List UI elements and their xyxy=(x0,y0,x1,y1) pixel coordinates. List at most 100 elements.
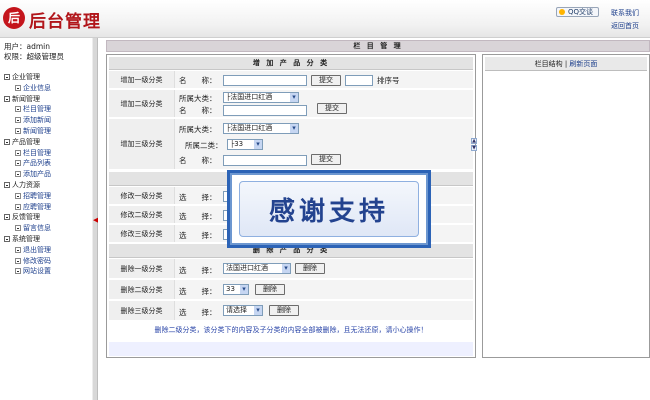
add-level3-row: 增加三级分类 所属大类： ├法国进口红酒 所属二类： ├33 名 称： 提交 xyxy=(109,119,473,170)
nav-item-site-settings[interactable]: 网站设置 xyxy=(4,266,51,277)
nav-item-add-product[interactable]: 添加产品 xyxy=(4,169,51,180)
row-label: 删除三级分类 xyxy=(109,301,175,320)
row-label: 删除二级分类 xyxy=(109,280,175,299)
collapse-icon[interactable] xyxy=(4,138,10,145)
row-label: 修改三级分类 xyxy=(109,225,175,242)
collapse-icon[interactable] xyxy=(4,74,10,80)
structure-label: 栏目结构 xyxy=(534,60,563,68)
refresh-link[interactable]: 刷新页面 xyxy=(569,60,597,68)
qq-icon xyxy=(559,9,565,15)
level3-submit-button[interactable]: 提交 xyxy=(311,154,341,165)
select-label: 选 择： xyxy=(179,308,217,317)
level2-parent-select[interactable]: ├法国进口红酒 xyxy=(223,92,299,103)
tree-node-icon xyxy=(15,84,21,91)
thanks-overlay: 感谢支持 xyxy=(230,173,428,245)
select-label: 选 择： xyxy=(179,266,217,275)
brand-title: 后台管理 xyxy=(29,12,101,32)
nav-item-change-password[interactable]: 修改密码 xyxy=(4,256,51,267)
nav-group-products[interactable]: 产品管理 xyxy=(4,137,51,148)
select-label: 选 择： xyxy=(179,193,217,202)
row-label: 修改二级分类 xyxy=(109,206,175,223)
name-label: 名 称： xyxy=(179,106,217,115)
level1-submit-button[interactable]: 提交 xyxy=(311,75,341,86)
row-label: 删除一级分类 xyxy=(109,259,175,278)
tree-node-icon xyxy=(15,149,21,156)
collapse-icon[interactable] xyxy=(4,235,10,242)
nav-group-system[interactable]: 系统管理 xyxy=(4,234,51,245)
structure-panel: 栏目结构 | 刷新页面 xyxy=(482,54,650,358)
scroll-up-icon[interactable]: ▲ xyxy=(471,138,477,144)
level1-name-input[interactable] xyxy=(223,75,307,86)
delete-level2-select[interactable]: 33 xyxy=(223,284,249,295)
order-input[interactable] xyxy=(345,75,373,86)
username-label: 用户：admin xyxy=(4,42,50,51)
delete-level3-select[interactable]: 请选择 xyxy=(223,305,263,316)
user-info: 用户：admin 权限：超级管理员 xyxy=(4,42,64,62)
nav-item-product-columns[interactable]: 栏目管理 xyxy=(4,148,51,159)
tree-node-icon xyxy=(15,117,21,124)
row-label: 增加三级分类 xyxy=(109,119,175,169)
parent-label: 所属大类： xyxy=(179,125,217,134)
tree-node-icon xyxy=(15,171,21,178)
name-label: 名 称： xyxy=(179,156,217,165)
home-link[interactable]: 返回首页 xyxy=(611,21,639,31)
order-label: 排序号 xyxy=(377,76,400,85)
nav-item-add-news[interactable]: 添加新闻 xyxy=(4,115,51,126)
nav-item-messages[interactable]: 留言信息 xyxy=(4,223,51,234)
level3-parent-select[interactable]: ├法国进口红酒 xyxy=(223,123,299,134)
level2-submit-button[interactable]: 提交 xyxy=(317,103,347,114)
nav-group-hr[interactable]: 人力资源 xyxy=(4,180,51,191)
delete-level3-button[interactable]: 删除 xyxy=(269,305,299,316)
collapse-icon[interactable] xyxy=(4,95,10,102)
nav-item-company-info[interactable]: 企业信息 xyxy=(4,83,51,94)
add-level2-row: 增加二级分类 所属大类： ├法国进口红酒 名 称： 提交 xyxy=(109,90,473,118)
scroll-down-icon[interactable]: ▼ xyxy=(471,145,477,151)
delete-level2-button[interactable]: 删除 xyxy=(255,284,285,295)
nav-item-recruit[interactable]: 招聘管理 xyxy=(4,191,51,202)
select-label: 选 择： xyxy=(179,231,217,240)
tree-node-icon xyxy=(15,257,21,264)
row-label: 增加一级分类 xyxy=(109,71,175,88)
tree-node-icon xyxy=(15,127,21,134)
nav-item-logout[interactable]: 退出管理 xyxy=(4,245,51,256)
nav-item-product-list[interactable]: 产品列表 xyxy=(4,158,51,169)
sidebar: 用户：admin 权限：超级管理员 企业管理 企业信息 新闻管理 栏目管理 添加… xyxy=(0,38,92,400)
collapse-icon[interactable] xyxy=(4,181,10,188)
row-label: 修改一级分类 xyxy=(109,187,175,204)
delete-level1-button[interactable]: 删除 xyxy=(295,263,325,274)
add-level1-row: 增加一级分类 名 称： 提交 排序号 xyxy=(109,71,473,89)
row-label: 增加二级分类 xyxy=(109,90,175,117)
delete-section-title: 删 除 产 品 分 类 xyxy=(109,244,473,258)
tree-node-icon xyxy=(15,203,21,210)
separator: | xyxy=(564,60,568,68)
nav-item-news-columns[interactable]: 栏目管理 xyxy=(4,104,51,115)
contact-link[interactable]: 联系我们 xyxy=(611,8,639,18)
delete-level2-row: 删除二级分类 选 择： 33 删除 xyxy=(109,280,473,300)
top-header: 后 后台管理 QQ交谈 联系我们 返回首页 xyxy=(0,0,650,38)
collapse-icon[interactable] xyxy=(4,214,10,221)
tree-node-icon xyxy=(15,106,21,113)
level3-name-input[interactable] xyxy=(223,155,307,166)
delete-level1-select[interactable]: 法国进口红酒 xyxy=(223,263,291,274)
delete-level1-row: 删除一级分类 选 择： 法国进口红酒 删除 xyxy=(109,259,473,279)
qq-chat-label: QQ交谈 xyxy=(568,8,594,16)
nav-group-enterprise[interactable]: 企业管理 xyxy=(4,72,51,83)
nav-item-applicants[interactable]: 应聘管理 xyxy=(4,202,51,213)
tree-node-icon xyxy=(15,192,21,199)
delete-warning: 删除二级分类，该分类下的内容及子分类的内容全部被删除，且无法还原，请小心操作！ xyxy=(154,326,428,334)
name-label: 名 称： xyxy=(179,76,217,85)
level2-name-input[interactable] xyxy=(223,105,307,116)
add-section-title: 增 加 产 品 分 类 xyxy=(109,57,473,70)
tree-node-icon xyxy=(15,160,21,167)
tree-node-icon xyxy=(15,246,21,253)
tree-node-icon xyxy=(15,268,21,275)
panel-footer xyxy=(109,342,473,356)
role-label: 权限：超级管理员 xyxy=(4,52,64,61)
sub-label: 所属二类： xyxy=(185,141,223,150)
nav-item-news-manage[interactable]: 新闻管理 xyxy=(4,126,51,137)
nav-group-news[interactable]: 新闻管理 xyxy=(4,94,51,105)
nav-group-feedback[interactable]: 反馈管理 xyxy=(4,212,51,223)
level3-sub-select[interactable]: ├33 xyxy=(227,139,263,150)
qq-chat-button[interactable]: QQ交谈 xyxy=(556,7,599,17)
page-title: 栏 目 管 理 xyxy=(106,40,650,52)
